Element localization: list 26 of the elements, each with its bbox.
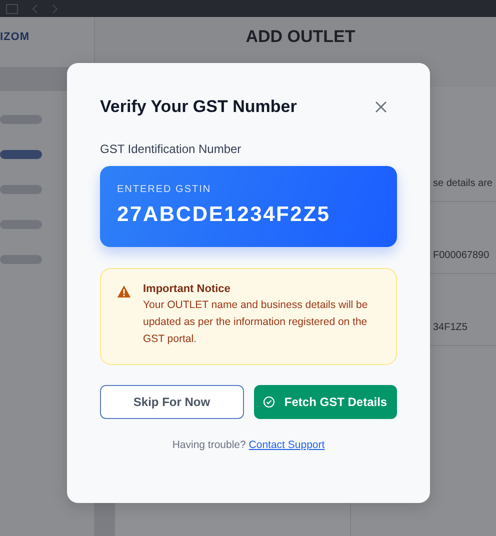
detail-text: F000067890	[433, 250, 490, 260]
sidebar-item[interactable]	[0, 150, 42, 159]
detail-text: 34F1Z5	[433, 322, 468, 332]
field-label: GST Identification Number	[100, 142, 242, 156]
gstin-value: 27ABCDE1234F2Z5	[117, 203, 332, 227]
fetch-details-button[interactable]: Fetch GST Details	[254, 385, 397, 419]
skip-button[interactable]: Skip For Now	[100, 385, 244, 419]
window-icon[interactable]	[6, 4, 18, 14]
notice-text: Your OUTLET name and business details will be updated as per the information registered on the GST portal.	[143, 298, 369, 347]
contact-support-link[interactable]: Contact Support	[248, 439, 325, 451]
back-icon[interactable]	[32, 4, 38, 14]
check-circle-icon	[263, 396, 276, 408]
page-title: ADD OUTLET	[246, 26, 356, 48]
detail-text: se details are	[433, 178, 492, 188]
sidebar-item[interactable]	[0, 185, 42, 194]
warning-icon	[117, 285, 131, 298]
sidebar-item[interactable]	[0, 255, 42, 264]
logo: IZOM	[0, 30, 30, 43]
dialog-title: Verify Your GST Number	[100, 97, 297, 117]
help-text: Having trouble?	[172, 439, 246, 451]
notice-title: Important Notice	[143, 283, 232, 295]
gstin-caption: ENTERED GSTIN	[117, 184, 212, 195]
sidebar-item[interactable]	[0, 220, 42, 229]
close-icon[interactable]	[375, 101, 387, 113]
sidebar-item[interactable]	[0, 115, 42, 124]
forward-icon[interactable]	[52, 4, 58, 14]
